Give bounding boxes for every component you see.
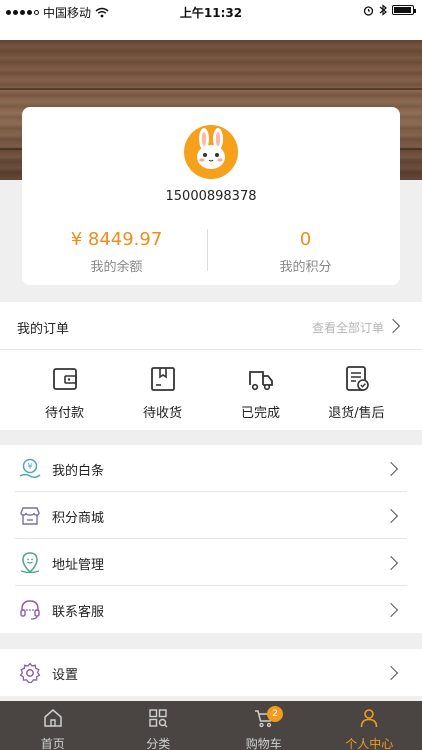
view-all-orders-link[interactable]: 查看全部订单: [312, 319, 384, 336]
menu-item-customer-service[interactable]: 联系客服: [0, 586, 422, 633]
truck-icon: [248, 371, 273, 391]
menu-item-points-mall[interactable]: 积分商城: [0, 492, 422, 539]
svg-text:¥: ¥: [27, 462, 32, 471]
chevron-right-icon: [383, 665, 399, 681]
user-phone: 15000898378: [165, 189, 257, 204]
points-label: 我的积分: [279, 260, 332, 275]
orders-header[interactable]: 我的订单 查看全部订单: [0, 302, 422, 350]
stat-divider: [207, 229, 208, 271]
chevron-right-icon: [383, 555, 399, 571]
tab-home[interactable]: 首页: [0, 701, 106, 750]
menu-item-credit[interactable]: ¥ 我的白条: [0, 445, 422, 492]
menu-item-label: 联系客服: [52, 605, 105, 620]
balance-value: ¥ 8449.97: [70, 229, 163, 250]
order-pending-payment[interactable]: 待付款: [12, 364, 117, 421]
orders-section: 我的订单 查看全部订单 待付款 待收货 已完成 退货/售后: [0, 302, 422, 430]
status-bar: 中国移动 上午11:32: [0, 0, 422, 22]
tab-label: 个人中心: [345, 737, 394, 750]
menu-list: ¥ 我的白条 积分商城 地址管理 联系客服: [0, 445, 422, 633]
credit-coin-icon: ¥: [19, 458, 41, 479]
avatar[interactable]: [184, 125, 238, 179]
tab-label: 首页: [40, 737, 65, 750]
points-value: 0: [299, 229, 312, 250]
package-icon: [150, 367, 175, 391]
person-icon: [360, 709, 378, 728]
tab-profile[interactable]: 个人中心: [317, 701, 422, 750]
home-icon: [44, 709, 62, 727]
battery-icon: [392, 5, 416, 15]
gear-icon: [19, 662, 41, 684]
balance-label: 我的余额: [90, 260, 143, 275]
chevron-right-icon: [383, 508, 399, 524]
refund-document-icon: [345, 366, 369, 391]
profile-card: 15000898378 ¥ 8449.97 我的余额 0 我的积分: [22, 107, 400, 285]
order-refund-aftersale[interactable]: 退货/售后: [304, 364, 409, 421]
menu-item-label: 我的白条: [52, 464, 105, 479]
rabbit-avatar-icon: [197, 128, 225, 169]
menu-item-settings[interactable]: 设置: [0, 649, 422, 696]
tab-cart[interactable]: 2 购物车: [211, 701, 317, 750]
status-time: 上午11:32: [179, 6, 243, 20]
orders-title: 我的订单: [17, 322, 70, 337]
order-item-label: 退货/售后: [328, 406, 385, 421]
order-pending-receipt[interactable]: 待收货: [110, 364, 215, 421]
points-stat[interactable]: 0 我的积分: [211, 229, 400, 275]
status-indicators: [363, 4, 416, 16]
alarm-icon: [363, 5, 374, 16]
tab-category[interactable]: 分类: [106, 701, 212, 750]
menu-item-address[interactable]: 地址管理: [0, 539, 422, 586]
order-item-label: 待收货: [142, 406, 182, 421]
chevron-right-icon: [385, 318, 401, 334]
order-item-label: 待付款: [44, 406, 84, 421]
wallet-icon: [52, 368, 77, 390]
balance-stat[interactable]: ¥ 8449.97 我的余额: [22, 229, 211, 275]
header-top-strip: [0, 22, 422, 40]
tab-label: 购物车: [245, 737, 282, 750]
store-icon: [20, 507, 40, 525]
menu-item-label: 地址管理: [52, 558, 105, 573]
bottom-tab-bar: 首页 分类 2 购物车 个人中心: [0, 701, 422, 750]
chevron-right-icon: [383, 602, 399, 618]
order-completed[interactable]: 已完成: [208, 364, 313, 421]
settings-label: 设置: [52, 668, 79, 683]
tab-label: 分类: [146, 737, 171, 750]
bluetooth-icon: [379, 4, 387, 16]
location-pin-icon: [20, 552, 40, 574]
category-grid-icon: [149, 709, 168, 728]
headset-icon: [20, 600, 40, 620]
cart-count-badge: 2: [267, 706, 283, 722]
chevron-right-icon: [383, 461, 399, 477]
order-item-label: 已完成: [240, 406, 280, 421]
menu-item-label: 积分商城: [52, 511, 105, 526]
